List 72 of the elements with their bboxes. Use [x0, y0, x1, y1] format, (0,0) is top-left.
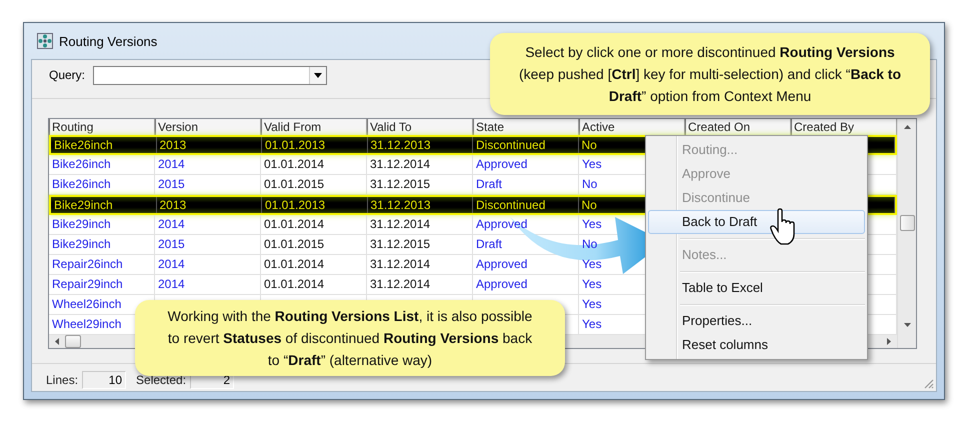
- table-cell: 31.12.2014: [370, 157, 430, 171]
- lines-label: Lines:: [46, 373, 78, 387]
- lines-count: 10: [82, 371, 126, 389]
- table-cell: Wheel26inch: [52, 297, 122, 311]
- table-cell: 31.12.2014: [370, 257, 430, 271]
- scroll-thumb[interactable]: [900, 215, 914, 231]
- table-cell: Draft: [476, 237, 502, 251]
- scroll-down-icon[interactable]: [904, 323, 910, 327]
- table-cell: 01.01.2014: [264, 277, 324, 291]
- table-cell: Bike29inch: [52, 217, 111, 231]
- table-cell: Discontinued: [476, 138, 546, 152]
- table-cell: No: [582, 237, 598, 251]
- table-cell: Repair26inch: [52, 257, 123, 271]
- menu-item[interactable]: Reset columns: [648, 333, 865, 357]
- table-cell: 2014: [158, 217, 185, 231]
- table-cell: Yes: [582, 217, 602, 231]
- table-cell: 01.01.2014: [264, 257, 324, 271]
- table-cell: Approved: [476, 257, 528, 271]
- table-cell: Bike26inch: [54, 138, 113, 152]
- table-cell: Yes: [582, 157, 602, 171]
- table-cell: Approved: [476, 277, 528, 291]
- table-cell: 2015: [158, 237, 185, 251]
- table-cell: 01.01.2015: [264, 177, 324, 191]
- table-cell: Repair29inch: [52, 277, 123, 291]
- table-cell: Approved: [476, 157, 528, 171]
- table-cell: 01.01.2015: [264, 237, 324, 251]
- menu-item[interactable]: Back to Draft: [648, 210, 865, 234]
- scroll-up-icon[interactable]: [904, 125, 910, 129]
- query-label: Query:: [49, 68, 86, 82]
- table-cell: No: [582, 198, 597, 212]
- table-cell: 01.01.2014: [264, 217, 324, 231]
- scroll-right-icon[interactable]: [887, 338, 891, 345]
- table-cell: Discontinued: [476, 198, 546, 212]
- selected-label: Selected:: [136, 373, 186, 387]
- table-cell: Bike29inch: [54, 198, 113, 212]
- table-cell: Bike26inch: [52, 157, 111, 171]
- table-cell: Approved: [476, 217, 528, 231]
- window-title: Routing Versions: [59, 34, 158, 48]
- table-cell: Yes: [582, 277, 602, 291]
- query-dropdown[interactable]: [93, 66, 328, 84]
- table-cell: 31.12.2015: [370, 177, 430, 191]
- table-cell: Draft: [476, 177, 502, 191]
- table-cell: 31.12.2014: [370, 217, 430, 231]
- table-cell: Bike26inch: [52, 177, 111, 191]
- callout-text: Working with the Routing Versions List, it is also possible to revert Statuses of discontinued Routing Versions back to “Draft” (alternative way): [166, 307, 534, 370]
- table-cell: 2014: [158, 257, 185, 271]
- table-cell: 31.12.2013: [370, 138, 431, 152]
- table-cell: Bike29inch: [52, 237, 111, 251]
- table-cell: 31.12.2013: [370, 198, 431, 212]
- table-cell: 31.12.2015: [370, 237, 430, 251]
- table-cell: 31.12.2014: [370, 277, 430, 291]
- table-cell: 2015: [158, 177, 185, 191]
- table-cell: 2014: [158, 157, 185, 171]
- dropdown-arrow-icon: [314, 72, 322, 78]
- table-cell: 01.01.2014: [264, 157, 324, 171]
- table-cell: No: [582, 177, 598, 191]
- table-cell: 01.01.2013: [265, 138, 326, 152]
- table-cell: 2014: [158, 277, 185, 291]
- resize-grip-icon[interactable]: [922, 377, 934, 389]
- table-cell: 2013: [160, 198, 186, 212]
- table-cell: 2013: [160, 138, 186, 152]
- scroll-left-icon[interactable]: [55, 338, 59, 345]
- table-cell: Yes: [582, 317, 602, 331]
- callout-text: Select by click one or more discontinued Routing Versions (keep pushed [Ctrl] key for multi-selection) and click “Back to Draft” option from Context Menu: [518, 43, 902, 106]
- table-cell: 01.01.2013: [265, 198, 326, 212]
- vertical-scrollbar[interactable]: [897, 119, 916, 348]
- scroll-thumb[interactable]: [65, 335, 81, 348]
- menu-item[interactable]: Properties...: [648, 309, 865, 333]
- table-cell: Yes: [582, 257, 602, 271]
- table-cell: Yes: [582, 297, 602, 311]
- table-cell: Wheel29inch: [52, 317, 122, 331]
- table-cell: No: [582, 138, 597, 152]
